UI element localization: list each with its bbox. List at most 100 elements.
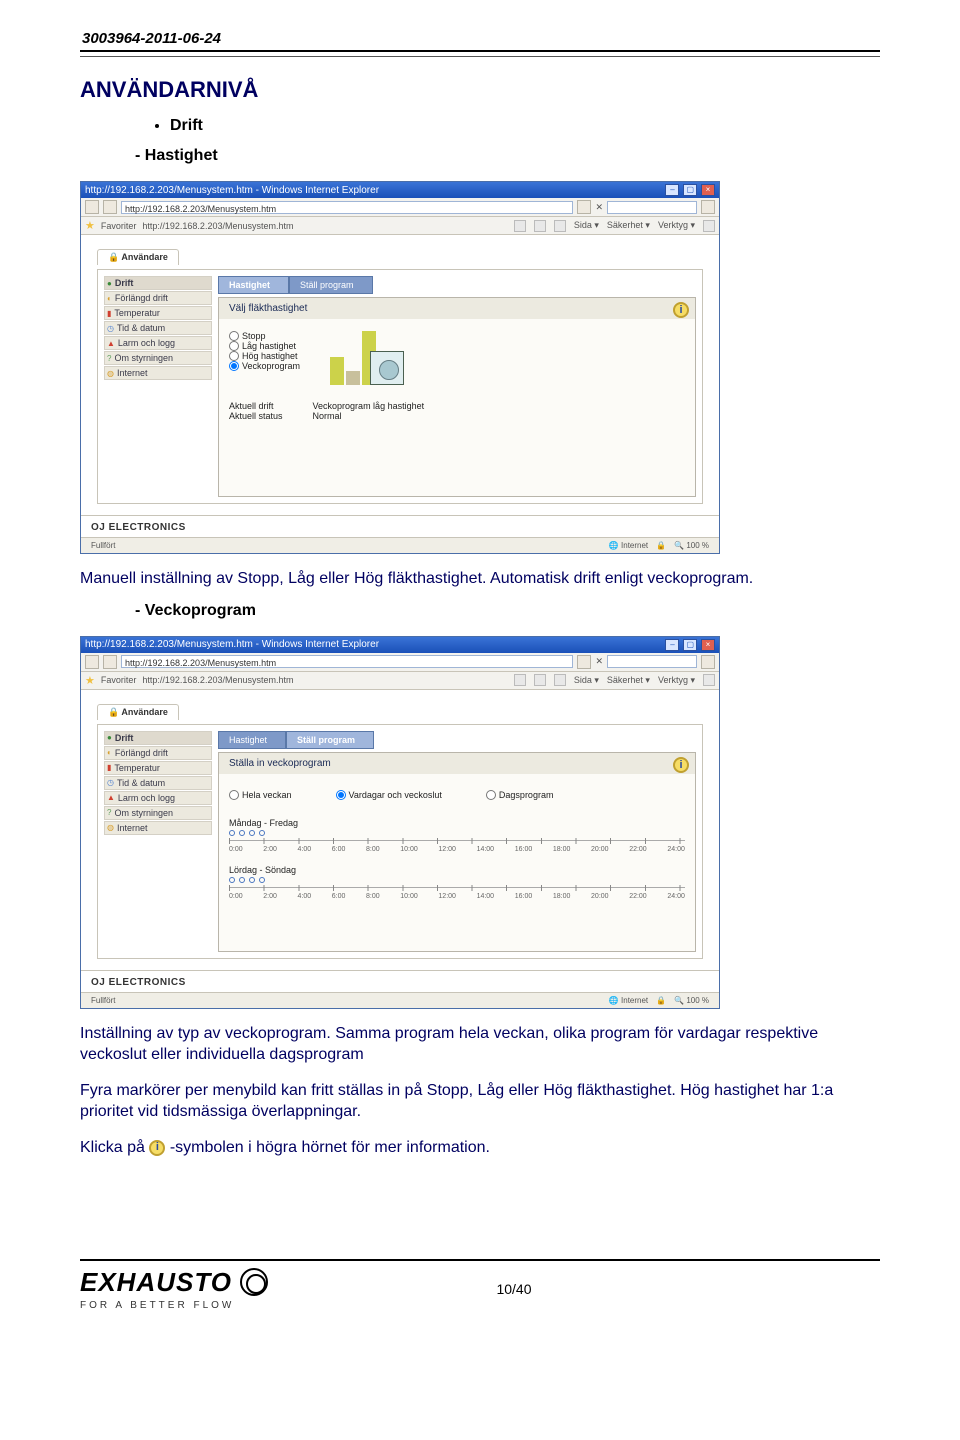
- sidebar-item-forlangd[interactable]: ◐Förlängd drift: [104, 291, 212, 305]
- status-bar: Fullfört 🌐 Internet 🔒 🔍 100 %: [81, 537, 719, 553]
- address-field[interactable]: http://192.168.2.203/Menusystem.htm: [121, 201, 573, 214]
- timeline-weekend-hours: 0:002:004:006:008:0010:0012:0014:0016:00…: [229, 893, 685, 900]
- radio-dagsprogram[interactable]: Dagsprogram: [486, 790, 554, 800]
- status-bar: Fullfört 🌐 Internet 🔒 🔍 100 %: [81, 992, 719, 1008]
- tab-label: Användare: [121, 707, 168, 717]
- schedule-weekdays-label: Måndag - Fredag: [229, 818, 685, 828]
- alarm-icon: ▲: [107, 793, 115, 802]
- minimize-icon[interactable]: –: [665, 184, 679, 196]
- home-icon[interactable]: [514, 674, 526, 686]
- mail-icon[interactable]: [554, 220, 566, 232]
- sidebar-item-tid[interactable]: ◷Tid & datum: [104, 321, 212, 335]
- radio-veckoprogram[interactable]: Veckoprogram: [229, 361, 300, 371]
- status-zoom[interactable]: 🔍 100 %: [674, 996, 709, 1005]
- favorites-label[interactable]: Favoriter: [101, 221, 137, 231]
- status-dot-icon: ●: [107, 279, 112, 288]
- status-left: Fullfört: [91, 996, 115, 1005]
- sidebar-item-drift[interactable]: ●Drift: [104, 731, 212, 745]
- forward-icon[interactable]: [103, 655, 117, 669]
- clock-icon: ◐: [107, 294, 112, 303]
- search-icon[interactable]: [701, 200, 715, 214]
- window-buttons[interactable]: – ▢ ×: [664, 184, 715, 196]
- sidebar-item-forlangd[interactable]: ◐Förlängd drift: [104, 746, 212, 760]
- menu-verktyg[interactable]: Verktyg ▾: [658, 220, 695, 231]
- top-tab-anvandare[interactable]: 🔒 Användare: [97, 249, 179, 265]
- sidebar-item-tid[interactable]: ◷Tid & datum: [104, 776, 212, 790]
- forward-icon[interactable]: [103, 200, 117, 214]
- radio-vardagar[interactable]: Vardagar och veckoslut: [336, 790, 442, 800]
- sidebar-item-internet[interactable]: ◍Internet: [104, 821, 212, 835]
- tab-url: http://192.168.2.203/Menusystem.htm: [142, 675, 322, 685]
- subtab-hastighet[interactable]: Hastighet: [218, 731, 286, 749]
- radio-stopp[interactable]: Stopp: [229, 331, 300, 341]
- timeline-weekend[interactable]: [229, 887, 685, 891]
- help-icon[interactable]: [703, 674, 715, 686]
- schedule-weekdays-markers[interactable]: [229, 830, 685, 836]
- maximize-icon[interactable]: ▢: [683, 639, 697, 651]
- label-aktuell-status: Aktuell status: [229, 411, 283, 421]
- sidebar-item-om[interactable]: ?Om styrningen: [104, 806, 212, 820]
- radio-hela-veckan[interactable]: Hela veckan: [229, 790, 292, 800]
- subitem-hastighet: - Hastighet: [135, 147, 880, 165]
- menu-verktyg[interactable]: Verktyg ▾: [658, 675, 695, 686]
- search-field[interactable]: [607, 201, 697, 214]
- menu-sakerhet[interactable]: Säkerhet ▾: [607, 675, 650, 686]
- sidebar-item-larm[interactable]: ▲Larm och logg: [104, 791, 212, 805]
- refresh-icon[interactable]: [577, 200, 591, 214]
- oj-logo: OJ ELECTRONICS: [91, 522, 186, 533]
- help-icon[interactable]: [703, 220, 715, 232]
- sidebar-item-larm[interactable]: ▲Larm och logg: [104, 336, 212, 350]
- favorites-icon[interactable]: ★: [85, 674, 95, 687]
- subitem-veckoprogram: - Veckoprogram: [135, 602, 880, 620]
- window-buttons[interactable]: – ▢ ×: [664, 639, 715, 651]
- paragraph-2c: Klicka på i -symbolen i högra hörnet för…: [80, 1137, 880, 1159]
- home-icon[interactable]: [514, 220, 526, 232]
- subtab-stall-program[interactable]: Ställ program: [289, 276, 373, 294]
- search-field[interactable]: [607, 655, 697, 668]
- back-icon[interactable]: [85, 200, 99, 214]
- refresh-icon[interactable]: [577, 655, 591, 669]
- side-menu: ●Drift ◐Förlängd drift ▮Temperatur ◷Tid …: [104, 731, 212, 952]
- minimize-icon[interactable]: –: [665, 639, 679, 651]
- tab-url: http://192.168.2.203/Menusystem.htm: [142, 221, 322, 231]
- sidebar-item-om[interactable]: ?Om styrningen: [104, 351, 212, 365]
- alarm-icon: ▲: [107, 339, 115, 348]
- menu-sakerhet[interactable]: Säkerhet ▾: [607, 220, 650, 231]
- panel-heading: Välj fläkthastighet: [219, 298, 695, 319]
- feeds-icon[interactable]: [534, 220, 546, 232]
- menu-sida[interactable]: Sida ▾: [574, 220, 599, 231]
- sidebar-item-internet[interactable]: ◍Internet: [104, 366, 212, 380]
- feeds-icon[interactable]: [534, 674, 546, 686]
- top-tab-anvandare[interactable]: 🔒 Användare: [97, 704, 179, 720]
- radio-lag[interactable]: Låg hastighet: [229, 341, 300, 351]
- close-icon[interactable]: ×: [701, 184, 715, 196]
- subtab-stall-program[interactable]: Ställ program: [286, 731, 374, 749]
- window-titlebar: http://192.168.2.203/Menusystem.htm - Wi…: [81, 637, 719, 653]
- page-footer: EXHAUSTO FOR A BETTER FLOW 10/40: [80, 1259, 880, 1311]
- favorites-label[interactable]: Favoriter: [101, 675, 137, 685]
- sidebar-item-temperatur[interactable]: ▮Temperatur: [104, 761, 212, 775]
- info-icon: ?: [107, 808, 111, 817]
- timeline-weekdays[interactable]: [229, 840, 685, 844]
- mail-icon[interactable]: [554, 674, 566, 686]
- status-protected-icon: 🔒: [656, 541, 666, 550]
- maximize-icon[interactable]: ▢: [683, 184, 697, 196]
- schedule-weekend-markers[interactable]: [229, 877, 685, 883]
- value-aktuell-drift: Veckoprogram låg hastighet: [313, 401, 425, 411]
- sidebar-item-temperatur[interactable]: ▮Temperatur: [104, 306, 212, 320]
- label-aktuell-drift: Aktuell drift: [229, 401, 283, 411]
- menu-sida[interactable]: Sida ▾: [574, 675, 599, 686]
- back-icon[interactable]: [85, 655, 99, 669]
- info-icon[interactable]: i: [673, 302, 689, 318]
- close-icon[interactable]: ×: [701, 639, 715, 651]
- radio-hog[interactable]: Hög hastighet: [229, 351, 300, 361]
- sidebar-item-drift[interactable]: ●Drift: [104, 276, 212, 290]
- address-field[interactable]: http://192.168.2.203/Menusystem.htm: [121, 655, 573, 668]
- status-zoom[interactable]: 🔍 100 %: [674, 541, 709, 550]
- favorites-icon[interactable]: ★: [85, 219, 95, 232]
- fan-icon: [370, 351, 404, 385]
- subtab-hastighet[interactable]: Hastighet: [218, 276, 289, 294]
- search-icon[interactable]: [701, 655, 715, 669]
- ie-toolbar: ★ Favoriter http://192.168.2.203/Menusys…: [81, 217, 719, 235]
- info-icon[interactable]: i: [673, 757, 689, 773]
